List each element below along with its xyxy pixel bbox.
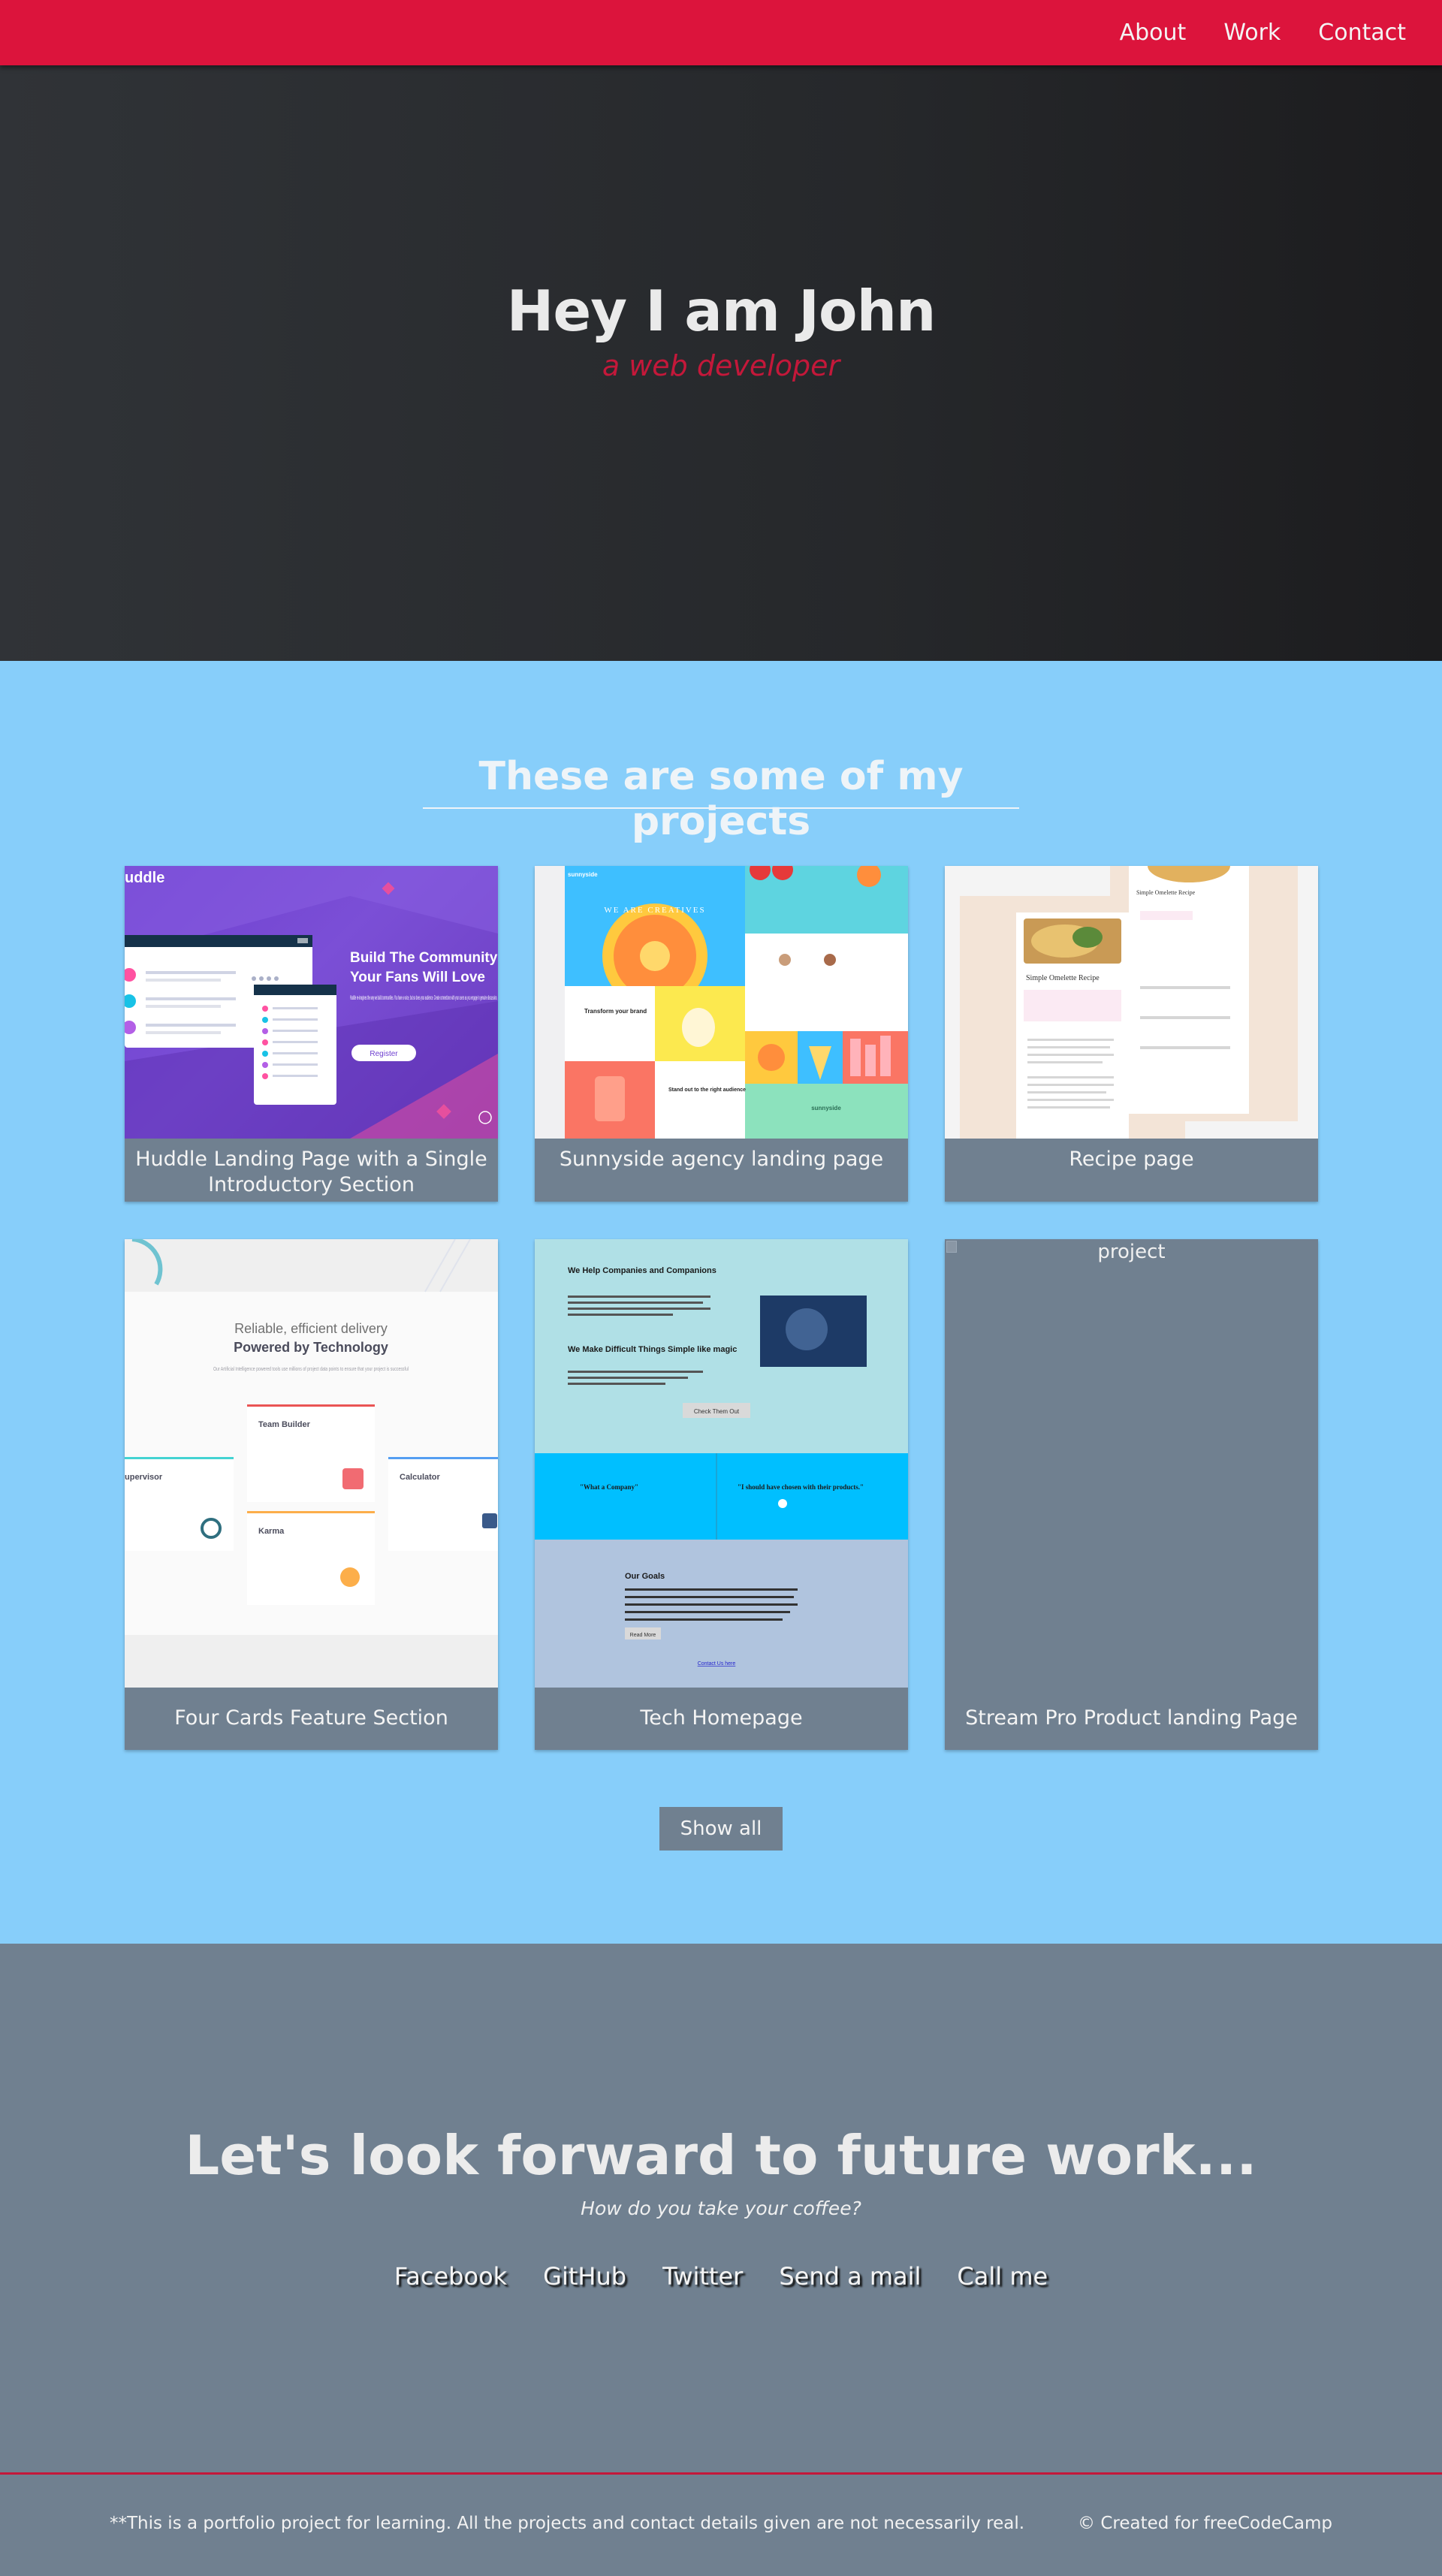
contact-link-facebook[interactable]: Facebook [394,2262,507,2291]
contact-links: Facebook GitHub Twitter Send a mail Call… [0,2262,1442,2291]
sunnyside-logo-text: sunnyside [568,871,598,878]
four-cards-illustration: Reliable, efficient delivery Powered by … [125,1239,498,1635]
project-title-sunnyside: Sunnyside agency landing page [559,1148,884,1171]
tech-homepage-illustration: We Help Companies and Companions We Make… [535,1239,908,1688]
show-all-button[interactable]: Show all [659,1807,783,1851]
contact-link-twitter[interactable]: Twitter [662,2262,743,2291]
project-title-huddle: Huddle Landing Page with a Single Introd… [135,1148,487,1196]
project-thumbnail-huddle: uddle Build The Community Your Fans Will… [125,866,498,1139]
contact-section: Let's look forward to future work... How… [0,1944,1442,2472]
nav-link-about[interactable]: About [1120,20,1187,46]
project-card-four-cards[interactable]: Reliable, efficient delivery Powered by … [125,1239,498,1750]
sunnyside-footer-brand: sunnyside [811,1105,841,1112]
welcome-section: Hey I am John a web developer [0,65,1442,661]
tech-contact-link: Contact Us here [698,1661,736,1667]
footer-disclaimer: **This is a portfolio project for learni… [110,2514,1025,2533]
recipe-illustration: Simple Omelette Recipe Simple Omelette R… [960,866,1298,1139]
tech-quote-2: "I should have chosen with their product… [738,1483,864,1491]
projects-heading-underline [423,807,1019,809]
project-card-huddle[interactable]: uddle Build The Community Your Fans Will… [125,866,498,1202]
projects-section: These are some of my projects uddle Buil… [0,661,1442,1944]
tech-check-button: Check Them Out [694,1408,740,1415]
contact-link-phone[interactable]: Call me [957,2262,1048,2291]
project-thumbnail-four-cards: Reliable, efficient delivery Powered by … [125,1239,498,1688]
project-thumbnail-stream-pro: project [945,1239,1318,1688]
project-card-stream-pro[interactable]: project Stream Pro Product landing Page [945,1239,1318,1750]
nav-link-contact[interactable]: Contact [1318,20,1406,46]
four-cards-calculator: Calculator [400,1473,441,1482]
project-thumbnail-sunnyside: sunnyside WE ARE CREATIVES Transform you… [535,866,908,1139]
sunnyside-illustration: sunnyside WE ARE CREATIVES Transform you… [565,866,908,1139]
contact-heading: Let's look forward to future work... [185,2124,1257,2187]
tech-quote-1: "What a Company" [580,1483,638,1491]
project-thumbnail-recipe: Simple Omelette Recipe Simple Omelette R… [945,866,1318,1139]
project-title-tech-homepage: Tech Homepage [640,1706,803,1730]
recipe-front-title: Simple Omelette Recipe [1026,974,1100,982]
sunnyside-tile-1: Transform your brand [584,1008,647,1015]
hero-subtitle: a web developer [602,349,840,382]
huddle-register-button: Register [370,1050,398,1058]
tech-heading-2: We Make Difficult Things Simple like mag… [568,1345,737,1354]
project-card-sunnyside[interactable]: sunnyside WE ARE CREATIVES Transform you… [535,866,908,1202]
tech-read-more: Read More [630,1633,656,1638]
project-card-tech-homepage[interactable]: We Help Companies and Companions We Make… [535,1239,908,1750]
sunnyside-tile-2: Stand out to the right audience [668,1087,746,1093]
four-cards-team-builder: Team Builder [258,1420,311,1429]
contact-link-github[interactable]: GitHub [543,2262,626,2291]
four-cards-karma: Karma [258,1527,285,1536]
footer: **This is a portfolio project for learni… [0,2475,1442,2576]
contact-subtitle: How do you take your coffee? [581,2197,861,2219]
huddle-logo-text: uddle [125,870,164,886]
four-cards-line-1: Reliable, efficient delivery [234,1321,388,1336]
huddle-illustration: uddle Build The Community Your Fans Will… [125,866,498,1139]
tech-goals-heading: Our Goals [625,1572,665,1581]
footer-credit: © Created for freeCodeCamp [1078,2514,1332,2533]
project-title-four-cards: Four Cards Feature Section [174,1706,448,1730]
tech-heading-1: We Help Companies and Companions [568,1266,716,1275]
sunnyside-hero-text: WE ARE CREATIVES [604,906,705,915]
projects-heading: These are some of my projects [478,754,964,844]
four-cards-desc: Our Artificial Intelligence powered tool… [213,1367,409,1372]
contact-link-email[interactable]: Send a mail [779,2262,921,2291]
top-nav: About Work Contact [0,0,1442,65]
project-title-stream-pro: Stream Pro Product landing Page [965,1706,1298,1730]
huddle-body-text: Huddle re-imagines the way we build comm… [350,994,497,1001]
huddle-headline-2: Your Fans Will Love [350,970,485,985]
huddle-headline-1: Build The Community [350,950,498,966]
four-cards-supervisor: upervisor [125,1473,163,1482]
project-title-recipe: Recipe page [1069,1148,1194,1171]
project-thumbnail-tech-homepage: We Help Companies and Companions We Make… [535,1239,908,1688]
recipe-back-title: Simple Omelette Recipe [1136,889,1196,896]
nav-links: About Work Contact [1120,0,1406,65]
nav-link-work[interactable]: Work [1223,20,1281,46]
four-cards-line-2: Powered by Technology [234,1340,388,1355]
hero-title: Hey I am John [506,278,937,344]
project-card-recipe[interactable]: Simple Omelette Recipe Simple Omelette R… [945,866,1318,1202]
broken-image-alt-text: project [1097,1241,1166,1263]
